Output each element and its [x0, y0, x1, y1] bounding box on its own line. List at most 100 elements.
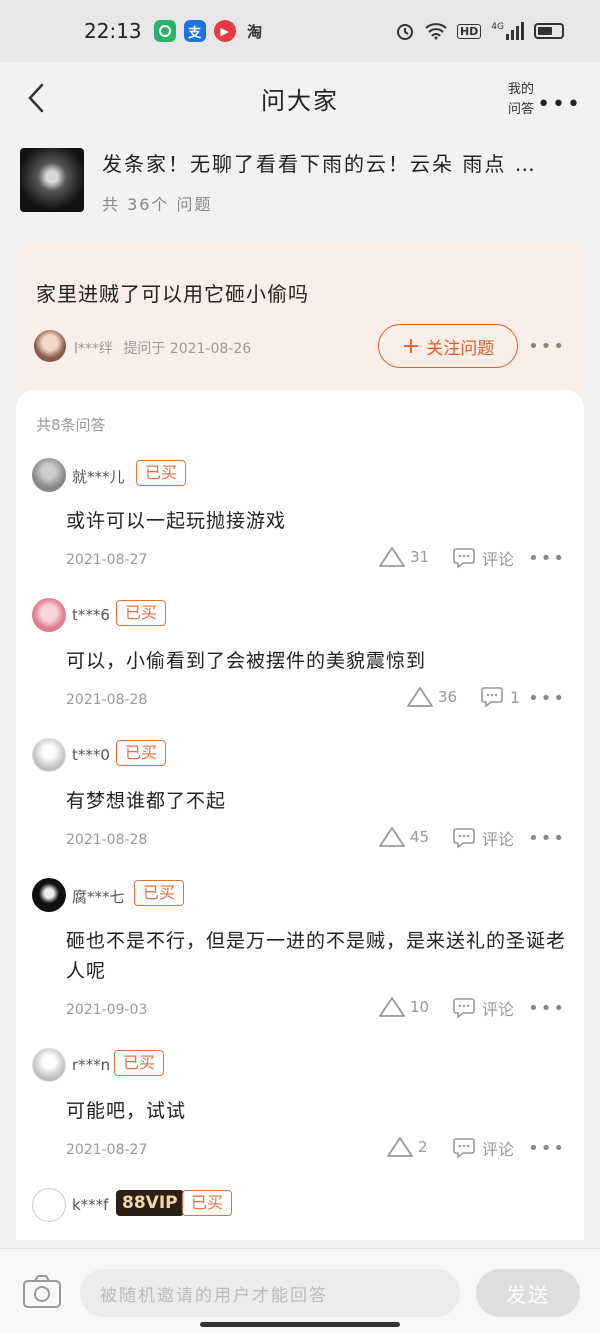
answer-date: 2021-08-27: [66, 1142, 148, 1158]
comment-label: 评论: [482, 1000, 515, 1019]
back-icon[interactable]: [22, 80, 52, 116]
avatar[interactable]: [32, 738, 66, 772]
answer-date: 2021-08-27: [66, 552, 148, 568]
comment-icon: [481, 687, 503, 708]
answer-text: 砸也不是不行，但是万一进的不是贼，是来送礼的圣诞老人呢: [66, 930, 567, 982]
video-app-icon: ▶: [213, 20, 236, 42]
alarm-icon: [396, 24, 413, 40]
follow-question-button[interactable]: + 关注问题: [378, 324, 518, 368]
answer-date: 2021-08-28: [66, 692, 148, 708]
like-button[interactable]: 31: [378, 546, 429, 568]
purchased-badge: 已买: [116, 600, 167, 626]
answer-text: 有梦想谁都了不起: [66, 790, 227, 812]
comment-icon: [453, 828, 475, 849]
comment-count: 1: [510, 687, 521, 707]
comment-button[interactable]: 1: [480, 686, 520, 708]
answer-username: t***6: [72, 606, 110, 624]
more-options-icon[interactable]: •••: [537, 92, 582, 117]
answer-meta: 2021-08-27 2 评论 •••: [16, 1136, 584, 1166]
answer-more-icon[interactable]: •••: [528, 688, 566, 709]
comment-button[interactable]: 评论: [452, 826, 514, 850]
comment-icon: [453, 548, 475, 569]
status-bar: 22:13 支 ▶ 淘 HD 4G: [0, 0, 600, 62]
comment-label: 评论: [482, 550, 515, 569]
avatar[interactable]: [32, 458, 66, 492]
like-icon: [379, 997, 405, 1017]
comment-button[interactable]: 评论: [452, 996, 514, 1020]
answers-count: 共8条问答: [36, 416, 106, 434]
signal-icon: 4G: [491, 22, 524, 40]
purchased-badge: 已买: [114, 1050, 165, 1076]
like-icon: [387, 1137, 413, 1157]
avatar[interactable]: [32, 1048, 66, 1082]
product-title[interactable]: 发条家！无聊了看看下雨的云！云朵 雨点 …: [102, 148, 562, 177]
like-icon: [407, 687, 433, 707]
avatar[interactable]: [32, 1188, 66, 1222]
camera-icon[interactable]: [22, 1273, 62, 1309]
like-button[interactable]: 10: [378, 996, 429, 1018]
avatar[interactable]: [32, 598, 66, 632]
answer-text: 或许可以一起玩抛接游戏: [66, 510, 287, 532]
battery-icon: [534, 23, 564, 39]
avatar[interactable]: [32, 878, 66, 912]
home-indicator[interactable]: [200, 1322, 400, 1327]
comment-icon: [453, 998, 475, 1019]
product-thumbnail[interactable]: [20, 148, 84, 212]
answer-username: k***f: [72, 1196, 109, 1214]
like-button[interactable]: 2: [386, 1136, 428, 1158]
vip-badge: 88VIP: [116, 1190, 184, 1216]
answer-meta: 2021-08-27 31 评论 •••: [16, 546, 584, 576]
answer-more-icon[interactable]: •••: [528, 998, 566, 1019]
product-header[interactable]: 发条家！无聊了看看下雨的云！云朵 雨点 … 共 36个 问题: [20, 148, 580, 220]
answer-username: t***0: [72, 746, 110, 764]
purchased-badge: 已买: [182, 1190, 233, 1216]
like-button[interactable]: 36: [406, 686, 457, 708]
answer-username: 腐***七: [72, 888, 125, 906]
like-count: 36: [438, 688, 458, 706]
question-count: 共 36个 问题: [102, 195, 213, 214]
answer-date: 2021-08-28: [66, 832, 148, 848]
comment-button[interactable]: 评论: [452, 1136, 514, 1160]
like-count: 45: [410, 828, 430, 846]
answer-username: 就***儿: [72, 468, 125, 486]
like-icon: [379, 547, 405, 567]
answer-text: 可以，小偷看到了会被摆件的美貌震惊到: [66, 650, 427, 672]
answers-panel: 共8条问答 就***儿 已买 或许可以一起玩抛接游戏 2021-08-27 31…: [16, 390, 584, 1240]
reply-bar: 被随机邀请的用户才能回答 发送: [0, 1248, 600, 1333]
asked-date: 提问于 2021-08-26: [123, 341, 252, 357]
purchased-badge: 已买: [116, 740, 167, 766]
like-count: 31: [410, 548, 430, 566]
answer-more-icon[interactable]: •••: [528, 1138, 566, 1159]
reply-input[interactable]: 被随机邀请的用户才能回答: [80, 1269, 460, 1317]
plus-icon: +: [401, 333, 421, 359]
answer-date: 2021-09-03: [66, 1002, 148, 1018]
question-card: 家里进贼了可以用它砸小偷吗 l***绊 提问于 2021-08-26 + 关注问…: [16, 242, 584, 402]
like-button[interactable]: 45: [378, 826, 429, 848]
comment-label: 评论: [482, 1140, 515, 1159]
like-count: 10: [410, 998, 430, 1016]
answer-meta: 2021-09-03 10 评论 •••: [16, 996, 584, 1026]
like-count: 2: [418, 1138, 428, 1156]
green-app-icon: [153, 20, 176, 42]
question-more-icon[interactable]: •••: [528, 336, 566, 357]
alipay-icon: 支: [183, 20, 206, 42]
asker-name: l***绊: [74, 341, 113, 357]
status-indicators: HD 4G: [395, 21, 564, 41]
purchased-badge: 已买: [134, 880, 185, 906]
asker-info: l***绊 提问于 2021-08-26: [74, 338, 251, 358]
taobao-icon: 淘: [247, 22, 263, 41]
like-icon: [379, 827, 405, 847]
answer-meta: 2021-08-28 36 1 •••: [16, 686, 584, 716]
answer-more-icon[interactable]: •••: [528, 828, 566, 849]
send-button[interactable]: 发送: [476, 1269, 580, 1317]
follow-question-label: 关注问题: [426, 338, 495, 359]
answer-more-icon[interactable]: •••: [528, 548, 566, 569]
answer-text: 可能吧，试试: [66, 1100, 187, 1122]
hd-icon: HD: [456, 23, 482, 39]
asker-avatar: [34, 330, 66, 362]
comment-icon: [453, 1138, 475, 1159]
question-text: 家里进贼了可以用它砸小偷吗: [36, 282, 309, 306]
my-answers-link[interactable]: 我的问答: [506, 80, 536, 120]
comment-button[interactable]: 评论: [452, 546, 514, 570]
purchased-badge: 已买: [136, 460, 187, 486]
